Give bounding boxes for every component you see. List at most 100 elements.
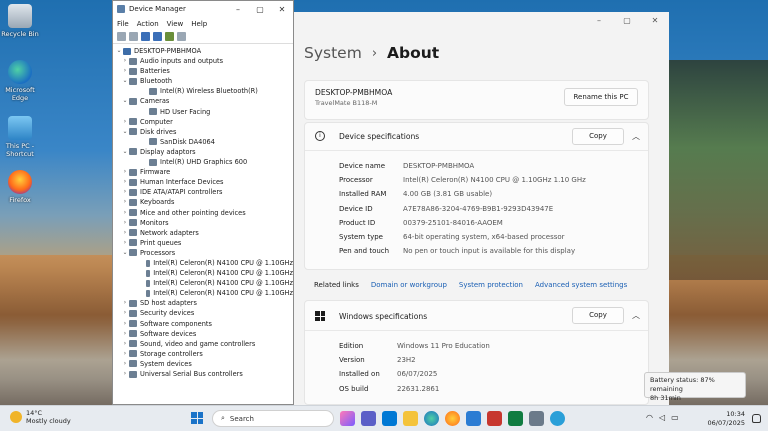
tree-item[interactable]: › Security devices bbox=[115, 308, 293, 318]
breadcrumb-system[interactable]: System bbox=[304, 44, 362, 62]
close-icon[interactable]: ✕ bbox=[271, 5, 293, 14]
chevron-right-icon[interactable]: › bbox=[121, 187, 129, 197]
chevron-right-icon[interactable]: › bbox=[121, 117, 129, 127]
scan-hardware-icon[interactable] bbox=[177, 32, 186, 41]
chevron-down-icon[interactable]: ⌄ bbox=[121, 147, 129, 157]
tree-item[interactable]: ⌄ Display adaptors bbox=[115, 147, 293, 157]
tree-item[interactable]: › Mice and other pointing devices bbox=[115, 208, 293, 218]
tree-item[interactable]: HD User Facing bbox=[115, 107, 293, 117]
edge-icon[interactable] bbox=[424, 411, 439, 426]
copilot-icon[interactable] bbox=[340, 411, 355, 426]
tree-item[interactable]: Intel(R) Celeron(R) N4100 CPU @ 1.10GHz bbox=[115, 288, 293, 298]
chevron-right-icon[interactable]: › bbox=[121, 369, 129, 379]
back-icon[interactable] bbox=[117, 32, 126, 41]
menu-action[interactable]: Action bbox=[137, 20, 159, 28]
file-explorer-icon[interactable] bbox=[403, 411, 418, 426]
tree-item[interactable]: › SD host adapters bbox=[115, 298, 293, 308]
properties-icon[interactable] bbox=[141, 32, 150, 41]
device-specifications-header[interactable]: i Device specifications Copy ︿ bbox=[305, 123, 648, 151]
chevron-right-icon[interactable]: › bbox=[121, 66, 129, 76]
tree-item[interactable]: ⌄ Disk drives bbox=[115, 127, 293, 137]
chevron-down-icon[interactable]: ⌄ bbox=[121, 96, 129, 106]
tree-item[interactable]: ⌄ DESKTOP-PMBHMOA bbox=[115, 46, 293, 56]
tree-item[interactable]: Intel(R) UHD Graphics 600 bbox=[115, 157, 293, 167]
tree-item[interactable]: › System devices bbox=[115, 359, 293, 369]
chevron-right-icon[interactable]: › bbox=[121, 228, 129, 238]
excel-icon[interactable] bbox=[508, 411, 523, 426]
chevron-right-icon[interactable]: › bbox=[121, 298, 129, 308]
tree-item[interactable]: › Sound, video and game controllers bbox=[115, 339, 293, 349]
chevron-down-icon[interactable]: ⌄ bbox=[121, 76, 129, 86]
tree-item[interactable]: › Software components bbox=[115, 319, 293, 329]
copy-device-specs-button[interactable]: Copy bbox=[572, 128, 624, 145]
chevron-right-icon[interactable]: › bbox=[121, 359, 129, 369]
tree-item[interactable]: › Storage controllers bbox=[115, 349, 293, 359]
chevron-up-icon[interactable]: ︿ bbox=[632, 131, 640, 142]
menu-file[interactable]: File bbox=[117, 20, 129, 28]
taskbar-clock[interactable]: 10:34 06/07/2025 bbox=[705, 410, 745, 428]
tree-item[interactable]: Intel(R) Celeron(R) N4100 CPU @ 1.10GHz bbox=[115, 258, 293, 268]
tree-item[interactable]: › Human Interface Devices bbox=[115, 177, 293, 187]
close-icon[interactable]: ✕ bbox=[641, 12, 669, 30]
taskbar-search[interactable]: ⌕ Search bbox=[212, 410, 334, 427]
powerpoint-icon[interactable] bbox=[487, 411, 502, 426]
menu-help[interactable]: Help bbox=[191, 20, 207, 28]
word-icon[interactable] bbox=[466, 411, 481, 426]
volume-icon[interactable]: ◁ bbox=[659, 413, 665, 422]
tree-item[interactable]: › Network adapters bbox=[115, 228, 293, 238]
chevron-down-icon[interactable]: ⌄ bbox=[121, 248, 129, 258]
teams-icon[interactable] bbox=[361, 411, 376, 426]
tree-item[interactable]: SanDisk DA4064 bbox=[115, 137, 293, 147]
tree-item[interactable]: ⌄ Bluetooth bbox=[115, 76, 293, 86]
tree-item[interactable]: › Audio inputs and outputs bbox=[115, 56, 293, 66]
tree-item[interactable]: Intel(R) Celeron(R) N4100 CPU @ 1.10GHz bbox=[115, 268, 293, 278]
tree-item[interactable]: Intel(R) Celeron(R) N4100 CPU @ 1.10GHz bbox=[115, 278, 293, 288]
chevron-right-icon[interactable]: › bbox=[121, 319, 129, 329]
chevron-right-icon[interactable]: › bbox=[121, 308, 129, 318]
forward-icon[interactable] bbox=[129, 32, 138, 41]
tree-item[interactable]: › Software devices bbox=[115, 329, 293, 339]
copy-windows-specs-button[interactable]: Copy bbox=[572, 307, 624, 324]
chevron-right-icon[interactable]: › bbox=[121, 177, 129, 187]
weather-widget[interactable]: 14°C Mostly cloudy bbox=[10, 409, 71, 425]
wifi-icon[interactable]: ◠ bbox=[646, 413, 653, 422]
tree-item[interactable]: ⌄ Processors bbox=[115, 248, 293, 258]
tree-item[interactable]: › IDE ATA/ATAPI controllers bbox=[115, 187, 293, 197]
desktop-icon-edge[interactable]: Microsoft Edge bbox=[0, 60, 40, 102]
chevron-down-icon[interactable]: ⌄ bbox=[115, 46, 123, 56]
update-driver-icon[interactable] bbox=[165, 32, 174, 41]
settings-taskbar-icon[interactable] bbox=[550, 411, 565, 426]
chevron-right-icon[interactable]: › bbox=[121, 329, 129, 339]
link-advanced-system-settings[interactable]: Advanced system settings bbox=[535, 281, 627, 289]
tree-item[interactable]: › Monitors bbox=[115, 218, 293, 228]
desktop-icon-firefox[interactable]: Firefox bbox=[0, 170, 40, 204]
desktop-icon-recycle-bin[interactable]: Recycle Bin bbox=[0, 4, 40, 38]
help-icon[interactable] bbox=[153, 32, 162, 41]
tree-item[interactable]: › Firmware bbox=[115, 167, 293, 177]
minimize-icon[interactable]: – bbox=[585, 12, 613, 30]
menu-view[interactable]: View bbox=[167, 20, 184, 28]
chevron-right-icon[interactable]: › bbox=[121, 208, 129, 218]
tree-item[interactable]: Intel(R) Wireless Bluetooth(R) bbox=[115, 86, 293, 96]
outlook-icon[interactable] bbox=[382, 411, 397, 426]
chevron-right-icon[interactable]: › bbox=[121, 218, 129, 228]
tree-item[interactable]: › Print queues bbox=[115, 238, 293, 248]
rename-pc-button[interactable]: Rename this PC bbox=[564, 88, 638, 106]
tree-item[interactable]: › Universal Serial Bus controllers bbox=[115, 369, 293, 379]
chevron-right-icon[interactable]: › bbox=[121, 197, 129, 207]
battery-icon[interactable]: ▭ bbox=[671, 413, 679, 422]
maximize-icon[interactable]: ▢ bbox=[613, 12, 641, 30]
chevron-up-icon[interactable]: ︿ bbox=[632, 310, 640, 321]
device-manager-taskbar-icon[interactable] bbox=[529, 411, 544, 426]
chevron-right-icon[interactable]: › bbox=[121, 167, 129, 177]
chevron-right-icon[interactable]: › bbox=[121, 349, 129, 359]
chevron-right-icon[interactable]: › bbox=[121, 56, 129, 66]
chevron-right-icon[interactable]: › bbox=[121, 339, 129, 349]
firefox-icon[interactable] bbox=[445, 411, 460, 426]
chevron-right-icon[interactable]: › bbox=[121, 238, 129, 248]
minimize-icon[interactable]: – bbox=[227, 5, 249, 14]
chevron-down-icon[interactable]: ⌄ bbox=[121, 127, 129, 137]
start-button[interactable] bbox=[191, 412, 203, 424]
maximize-icon[interactable]: ▢ bbox=[249, 5, 271, 14]
tree-item[interactable]: › Keyboards bbox=[115, 197, 293, 207]
